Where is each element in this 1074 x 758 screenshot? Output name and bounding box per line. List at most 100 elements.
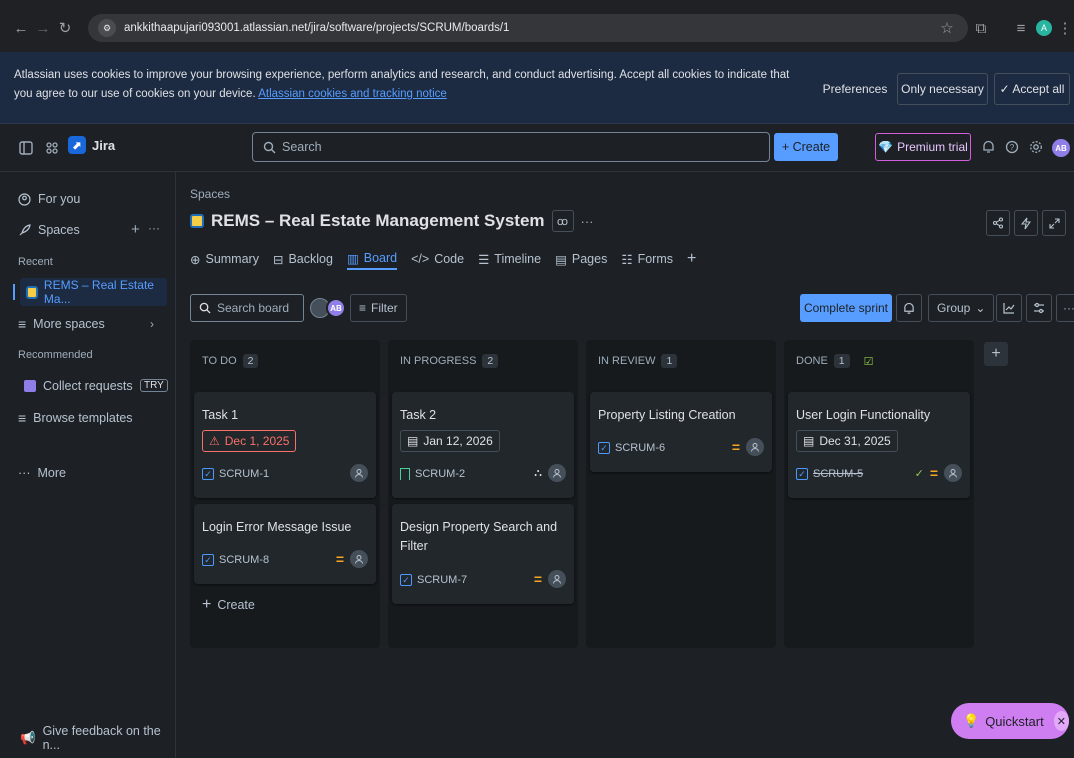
app-switcher-icon[interactable] [40,136,64,160]
user-avatar-filter[interactable]: AB [326,298,346,318]
more-actions-icon[interactable]: ··· [1056,294,1074,322]
unassigned-avatar-icon[interactable] [746,438,764,456]
search-icon [199,302,211,314]
add-space-icon[interactable]: + [131,221,140,238]
tab-code[interactable]: </> Code [411,248,464,270]
task-type-icon: ✓ [400,574,412,586]
unassigned-avatar-icon[interactable] [350,464,368,482]
create-issue-button[interactable]: + Create [202,596,255,614]
tab-pages[interactable]: ▤ Pages [555,248,607,270]
unassigned-avatar-icon[interactable] [350,550,368,568]
notifications-icon[interactable] [976,135,1000,159]
sidebar-label-for-you: For you [38,192,81,206]
group-dropdown[interactable]: Group ⌄ [928,294,995,322]
automation-icon[interactable] [1014,210,1038,236]
issue-card-scrum-5[interactable]: User Login Functionality ▤ Dec 31, 2025 … [788,392,970,498]
site-info-icon[interactable]: ⚙ [98,19,116,37]
insights-icon[interactable] [996,294,1022,322]
filter-icon: ≡ [359,301,367,315]
share-icon[interactable] [986,210,1010,236]
unassigned-avatar-icon[interactable] [548,570,566,588]
browser-menu-icon[interactable]: ⋮ [1058,17,1073,39]
sidebar-item-collect-requests[interactable]: Collect requests [24,372,133,400]
chevron-right-icon[interactable]: › [150,317,154,331]
main-content: Spaces REMS – Real Estate Management Sys… [176,172,1074,758]
bookmark-star-icon[interactable]: ☆ [936,17,958,39]
board-search-input[interactable]: Search board [190,294,304,322]
extensions-icon[interactable]: ⧉ [970,17,992,39]
card-title: Task 1 [202,408,239,422]
card-key[interactable]: SCRUM-2 [400,468,465,480]
due-date: Dec 31, 2025 [819,434,891,448]
sidebar-label-more-spaces: More spaces [33,317,105,331]
card-key[interactable]: ✓ SCRUM-6 [598,442,665,454]
accept-all-button[interactable]: ✓ Accept all [994,73,1070,105]
address-bar[interactable]: ⚙ ankkithaapujari093001.atlassian.net/ji… [88,14,968,42]
forward-icon[interactable]: → [32,17,54,39]
timeline-icon: ☰ [478,252,490,267]
tab-label: Forms [637,252,673,266]
unassigned-avatar-icon[interactable] [548,464,566,482]
quickstart-button[interactable]: 💡 Quickstart ✕ [951,703,1069,739]
add-tab-icon[interactable]: + [687,248,696,270]
task-type-icon: ✓ [796,468,808,480]
view-settings-icon[interactable] [1026,294,1052,322]
diamond-icon: 💎 [878,140,894,154]
tab-backlog[interactable]: ⊟ Backlog [273,248,333,270]
tab-forms[interactable]: ☷ Forms [621,248,673,270]
close-icon[interactable]: ✕ [1053,711,1069,731]
issue-card-scrum-6[interactable]: Property Listing Creation ✓ SCRUM-6 = [590,392,772,472]
jira-logo[interactable]: ⬈ Jira [68,136,115,154]
spaces-more-icon[interactable]: ··· [148,221,160,235]
complete-sprint-button[interactable]: Complete sprint [800,294,892,322]
help-icon[interactable]: ? [1000,135,1024,159]
card-key[interactable]: ✓ SCRUM-1 [202,468,269,480]
done-checklist-icon: ☑ [863,355,874,368]
filter-button[interactable]: ≡ Filter [350,294,407,322]
media-icon[interactable]: ≡ [1010,17,1032,39]
sidebar-item-spaces[interactable]: Spaces [18,216,80,244]
reload-icon[interactable]: ↻ [54,17,76,39]
page-title-row: REMS – Real Estate Management System ꝏ ·… [190,210,594,232]
premium-trial-button[interactable]: 💎 Premium trial [875,133,971,161]
sidebar-item-rems[interactable]: REMS – Real Estate Ma... [13,278,167,306]
team-icon[interactable]: ꝏ [551,210,574,232]
megaphone-icon: 📢 [20,730,36,745]
unassigned-avatar-icon[interactable] [944,464,962,482]
sidebar-label-browse-templates: Browse templates [33,411,133,425]
tab-board[interactable]: ▥ Board [346,248,398,270]
card-key[interactable]: ✓ SCRUM-5 [796,468,863,480]
issue-card-scrum-2[interactable]: Task 2 ▤ Jan 12, 2026 SCRUM-2 ⛬ [392,392,574,498]
project-more-icon[interactable]: ··· [581,214,594,229]
fullscreen-icon[interactable] [1042,210,1066,236]
create-button[interactable]: + Create [774,133,838,161]
only-necessary-button[interactable]: Only necessary [897,73,988,105]
add-column-button[interactable]: + [984,342,1008,366]
profile-avatar[interactable]: A [1036,20,1052,36]
preferences-button[interactable]: Preferences [820,73,890,105]
breadcrumb[interactable]: Spaces [190,187,230,201]
tab-summary[interactable]: ⊕ Summary [190,248,259,270]
cookie-notice-link[interactable]: Atlassian cookies and tracking notice [258,88,447,100]
issue-card-scrum-1[interactable]: Task 1 ⚠ Dec 1, 2025 ✓ SCRUM-1 [194,392,376,498]
sidebar-item-feedback[interactable]: 📢 Give feedback on the n... [20,724,175,752]
sidebar-item-more-spaces[interactable]: ≡ More spaces [18,310,105,338]
user-avatar[interactable]: AB [1052,139,1070,157]
tab-timeline[interactable]: ☰ Timeline [478,248,541,270]
card-key[interactable]: ✓ SCRUM-7 [400,574,467,586]
issue-card-scrum-8[interactable]: Login Error Message Issue ✓ SCRUM-8 = [194,504,376,584]
card-key[interactable]: ✓ SCRUM-8 [202,554,269,566]
page-title: REMS – Real Estate Management System [211,211,545,230]
card-title: Property Listing Creation [598,408,736,422]
sidebar-item-for-you[interactable]: For you [18,185,80,213]
back-icon[interactable]: ← [10,17,32,39]
sidebar-item-browse-templates[interactable]: ≡ Browse templates [18,404,133,432]
search-placeholder: Search [282,140,322,154]
sprint-bell-icon[interactable] [896,294,922,322]
global-search-input[interactable]: Search [252,132,770,162]
issue-card-scrum-7[interactable]: Design Property Search and Filter ✓ SCRU… [392,504,574,604]
settings-gear-icon[interactable] [1024,135,1048,159]
sidebar-item-more[interactable]: ··· More [18,459,66,487]
sidebar-toggle-icon[interactable] [14,136,38,160]
due-date-badge: ▤ Jan 12, 2026 [400,430,500,452]
